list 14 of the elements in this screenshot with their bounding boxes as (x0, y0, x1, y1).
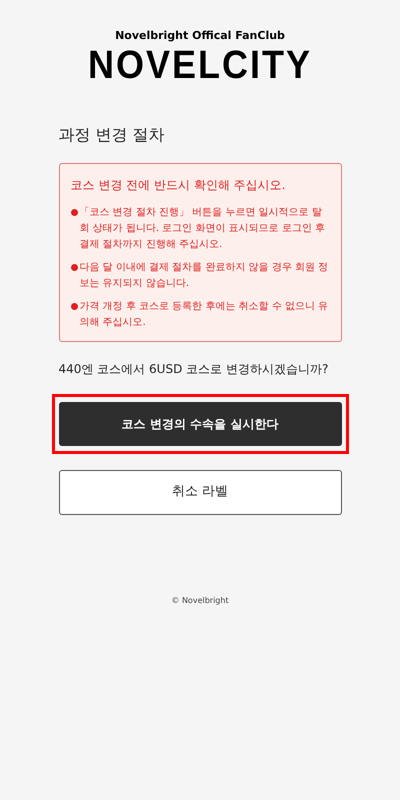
fanclub-tagline: Novelbright Offical FanClub (115, 28, 285, 44)
notice-item: 「코스 변경 절차 진행」 버튼을 누르면 일시적으로 탈회 상태가 됩니다. 로그인 화면이 표시되므로 로그인 후 결제 절차까지 진행해 주십시오. (80, 206, 326, 252)
page-title: 과정 변경 절차 (58, 124, 166, 146)
notice-item: 가격 개정 후 코스로 등록한 후에는 취소할 수 없으니 유의해 주십시오. (80, 300, 330, 330)
notice-item: 다음 달 이내에 결제 절차를 완료하지 않을 경우 회원 정보는 유지되지 않습니다. (80, 260, 330, 290)
logo: NOVELCITY (88, 42, 312, 86)
confirm-question: 440엔 코스에서 6USD 코스로 변경하시겠습니까? (58, 360, 330, 378)
bullet-icon (70, 302, 78, 310)
cancel-button[interactable]: 취소 라벨 (58, 470, 342, 514)
copyright: © Novelbright (170, 594, 230, 606)
proceed-button[interactable]: 코스 변경의 수속을 실시한다 (58, 402, 342, 446)
bullet-icon (70, 208, 78, 216)
notice-heading: 코스 변경 전에 반드시 확인해 주십시오. (70, 176, 286, 194)
bullet-icon (70, 264, 78, 270)
